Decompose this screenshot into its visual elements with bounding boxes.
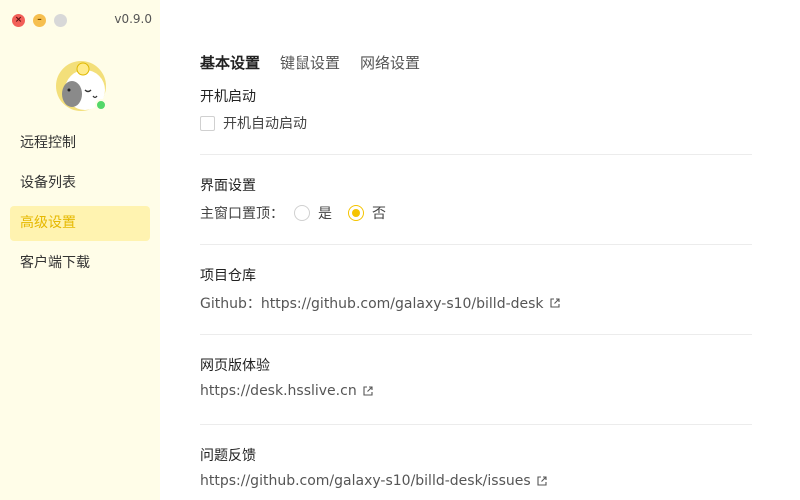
tab-network-settings[interactable]: 网络设置 [360, 52, 420, 73]
tab-basic-settings[interactable]: 基本设置 [200, 52, 260, 73]
always-on-top-no-label[interactable]: 否 [372, 203, 386, 223]
close-icon[interactable]: × [12, 14, 25, 27]
repo-section: 项目仓库 Github：https://github.com/galaxy-s1… [200, 266, 752, 313]
tab-keyboard-mouse-settings[interactable]: 键鼠设置 [280, 52, 340, 73]
web-row: https://desk.hsslive.cn [200, 383, 752, 399]
feedback-link[interactable]: https://github.com/galaxy-s10/billd-desk… [200, 473, 531, 489]
divider [200, 154, 752, 155]
sidebar-item-client-download[interactable]: 客户端下载 [10, 246, 150, 281]
repo-title: 项目仓库 [200, 268, 256, 284]
sidebar: × – v0.9.0 远程控制 设备列表 高级设置 客户端下载 [0, 0, 160, 500]
interface-section: 界面设置 主窗口置顶： 是 否 [200, 176, 752, 223]
main-content: 基本设置 键鼠设置 网络设置 开机启动 开机自动启动 界面设置 主窗口置顶： 是… [200, 0, 752, 500]
sidebar-item-remote-control[interactable]: 远程控制 [10, 126, 150, 161]
always-on-top-row: 主窗口置顶： 是 否 [200, 203, 752, 223]
always-on-top-yes-label[interactable]: 是 [318, 203, 332, 223]
always-on-top-no-radio[interactable] [348, 205, 364, 221]
divider [200, 424, 752, 425]
always-on-top-label: 主窗口置顶： [200, 206, 284, 222]
web-section: 网页版体验 https://desk.hsslive.cn [200, 356, 752, 399]
repo-row: Github：https://github.com/galaxy-s10/bil… [200, 293, 752, 313]
settings-tabs: 基本设置 键鼠设置 网络设置 [200, 52, 420, 73]
divider [200, 244, 752, 245]
maximize-icon[interactable] [54, 14, 67, 27]
window-controls: × – [12, 14, 67, 27]
always-on-top-yes-radio[interactable] [294, 205, 310, 221]
minimize-icon[interactable]: – [33, 14, 46, 27]
external-link-icon[interactable] [537, 476, 547, 486]
sidebar-item-advanced-settings[interactable]: 高级设置 [10, 206, 150, 241]
auto-start-label: 开机自动启动 [223, 116, 307, 132]
feedback-section: 问题反馈 https://github.com/galaxy-s10/billd… [200, 446, 752, 489]
feedback-title: 问题反馈 [200, 448, 256, 464]
sidebar-nav: 远程控制 设备列表 高级设置 客户端下载 [10, 126, 150, 286]
sidebar-item-device-list[interactable]: 设备列表 [10, 166, 150, 201]
startup-section: 开机启动 开机自动启动 [200, 87, 752, 133]
auto-start-checkbox[interactable] [200, 115, 215, 131]
auto-start-row[interactable]: 开机自动启动 [200, 113, 752, 133]
external-link-icon[interactable] [549, 298, 560, 308]
feedback-row: https://github.com/galaxy-s10/billd-desk… [200, 473, 752, 489]
online-status-indicator [95, 99, 107, 111]
app-version: v0.9.0 [114, 12, 152, 26]
divider [200, 334, 752, 335]
web-link[interactable]: https://desk.hsslive.cn [200, 383, 357, 399]
startup-title: 开机启动 [200, 89, 256, 105]
repo-link[interactable]: Github：https://github.com/galaxy-s10/bil… [200, 293, 544, 313]
external-link-icon[interactable] [363, 386, 373, 396]
interface-title: 界面设置 [200, 178, 256, 194]
avatar[interactable] [55, 60, 107, 112]
web-title: 网页版体验 [200, 358, 270, 374]
